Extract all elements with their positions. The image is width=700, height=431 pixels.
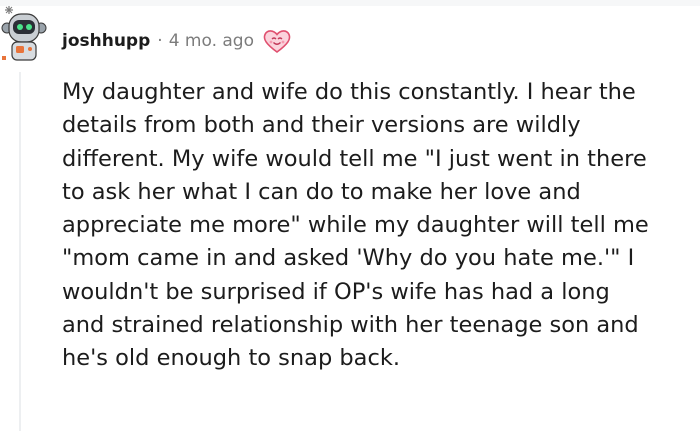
username-link[interactable]: joshhupp xyxy=(62,31,150,51)
comment: joshhupp · 4 mo. ago My daughter and wif… xyxy=(0,0,700,431)
comment-meta: joshhupp · 4 mo. ago xyxy=(62,27,292,55)
comment-body-line: different. My wife would tell me "I just… xyxy=(62,145,647,172)
comment-body-line: appreciate me more" while my daughter wi… xyxy=(62,212,649,239)
comment-body-line: wouldn't be surprised if OP's wife has h… xyxy=(62,278,610,305)
separator-dot: · xyxy=(157,31,163,51)
comment-body-line: he's old enough to snap back. xyxy=(62,345,401,372)
comment-body-line: details from both and their versions are… xyxy=(62,112,581,139)
user-avatar[interactable] xyxy=(0,6,48,62)
comment-body-line: and strained relationship with her teena… xyxy=(62,312,639,339)
robot-snoo-avatar-icon xyxy=(1,6,47,61)
comment-body-line: to ask her what I can do to make her lov… xyxy=(62,178,581,205)
thread-collapse-line[interactable] xyxy=(19,72,21,431)
comment-body: My daughter and wife do this constantly.… xyxy=(62,76,696,376)
comment-body-line: "mom came in and asked 'Why do you hate … xyxy=(62,245,635,272)
comment-body-line: My daughter and wife do this constantly.… xyxy=(62,79,636,105)
timestamp-link[interactable]: 4 mo. ago xyxy=(169,31,254,51)
heart-face-icon xyxy=(262,28,292,54)
